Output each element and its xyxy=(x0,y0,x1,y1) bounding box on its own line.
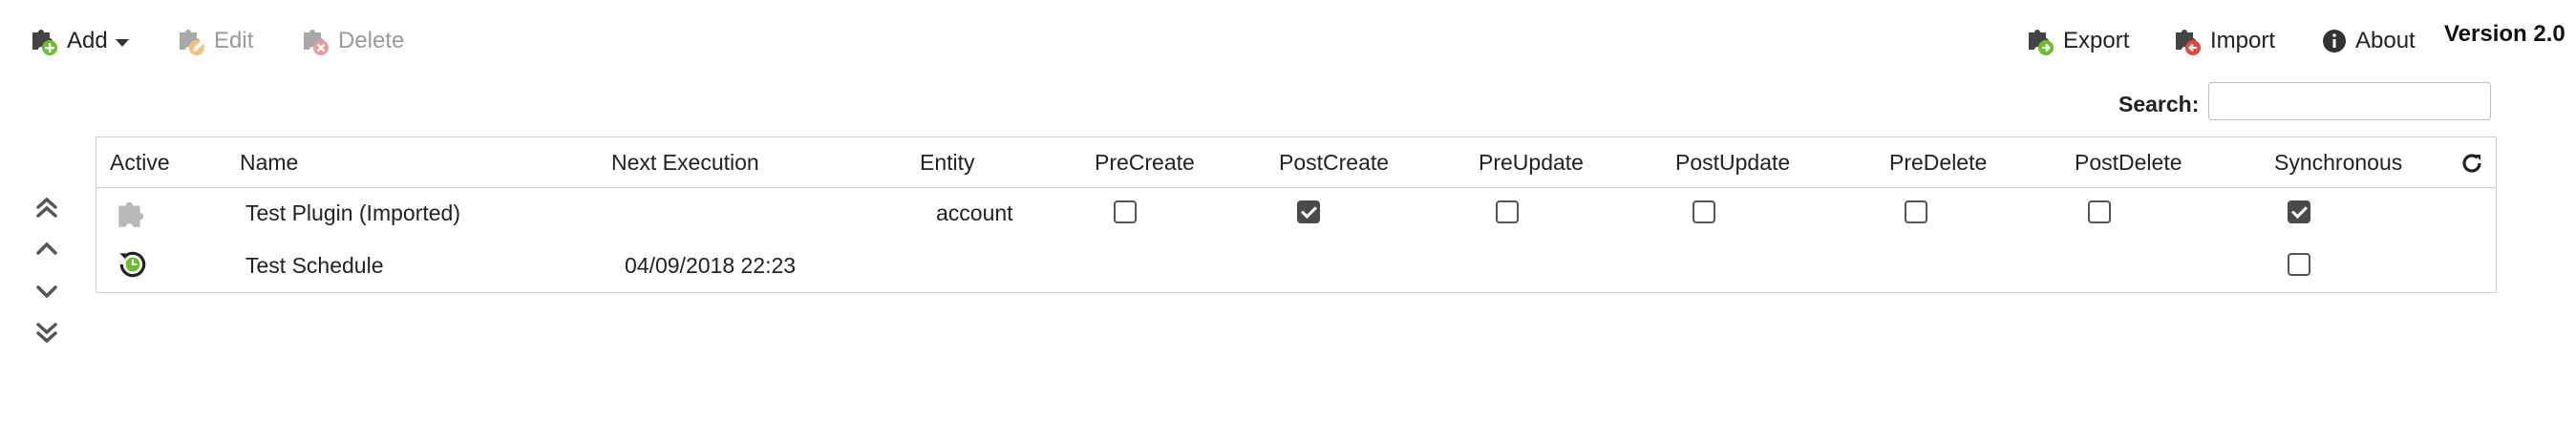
column-header-synchronous[interactable]: Synchronous xyxy=(2274,150,2402,176)
row-entity: account xyxy=(936,200,1013,225)
search-label: Search: xyxy=(2118,92,2200,116)
postupdate-checkbox[interactable] xyxy=(1692,200,1715,223)
about-button[interactable]: About xyxy=(2321,25,2416,57)
column-header-next-execution[interactable]: Next Execution xyxy=(611,150,759,176)
row-next-execution: 04/09/2018 22:23 xyxy=(625,253,797,278)
column-header-active[interactable]: Active xyxy=(110,150,170,176)
plugins-table: Active Name Next Execution Entity PreCre… xyxy=(96,137,2497,293)
plugin-manager-page: Add Edit Delete Export Import About Vers… xyxy=(0,0,2576,442)
delete-button[interactable]: Delete xyxy=(298,25,404,57)
edit-plugin-icon xyxy=(180,30,204,55)
column-header-postcreate[interactable]: PostCreate xyxy=(1279,150,1389,176)
schedule-clock-icon xyxy=(119,251,146,278)
synchronous-checkbox[interactable] xyxy=(2288,253,2310,276)
refresh-icon[interactable] xyxy=(2458,149,2486,178)
import-plugin-icon xyxy=(2176,30,2201,55)
column-header-entity[interactable]: Entity xyxy=(920,150,975,176)
delete-label: Delete xyxy=(338,28,405,53)
table-row[interactable]: Test Schedule 04/09/2018 22:23 xyxy=(96,240,2496,292)
column-header-postdelete[interactable]: PostDelete xyxy=(2075,150,2182,176)
info-icon xyxy=(2323,30,2346,53)
import-label: Import xyxy=(2210,28,2276,53)
export-button[interactable]: Export xyxy=(2023,25,2129,57)
column-header-predelete[interactable]: PreDelete xyxy=(1889,150,1987,176)
edit-label: Edit xyxy=(214,28,254,53)
table-row[interactable]: Test Plugin (Imported) account xyxy=(96,187,2496,240)
postcreate-checkbox[interactable] xyxy=(1297,200,1320,223)
export-plugin-icon xyxy=(2029,30,2054,55)
postdelete-checkbox[interactable] xyxy=(2088,200,2111,223)
row-name: Test Plugin (Imported) xyxy=(245,200,460,225)
predelete-checkbox[interactable] xyxy=(1905,200,1927,223)
import-button[interactable]: Import xyxy=(2170,25,2275,57)
precreate-checkbox[interactable] xyxy=(1114,200,1137,223)
about-label: About xyxy=(2355,28,2416,53)
add-plugin-icon xyxy=(32,30,57,55)
puzzle-piece-icon xyxy=(118,201,144,227)
edit-button[interactable]: Edit xyxy=(174,25,253,57)
search-input[interactable] xyxy=(2208,82,2491,120)
move-down-icon[interactable] xyxy=(32,277,61,305)
move-to-top-icon[interactable] xyxy=(32,194,61,222)
move-up-icon[interactable] xyxy=(32,235,61,263)
table-header: Active Name Next Execution Entity PreCre… xyxy=(96,137,2496,188)
column-header-postupdate[interactable]: PostUpdate xyxy=(1675,150,1790,176)
version-label: Version 2.0 xyxy=(2444,21,2565,47)
delete-plugin-icon xyxy=(304,30,329,55)
synchronous-checkbox[interactable] xyxy=(2288,200,2310,223)
add-button[interactable]: Add xyxy=(27,25,129,57)
move-to-bottom-icon[interactable] xyxy=(32,318,61,347)
column-header-preupdate[interactable]: PreUpdate xyxy=(1479,150,1584,176)
column-header-precreate[interactable]: PreCreate xyxy=(1095,150,1195,176)
add-label: Add xyxy=(67,28,108,53)
row-name: Test Schedule xyxy=(245,253,384,278)
preupdate-checkbox[interactable] xyxy=(1496,200,1519,223)
chevron-down-icon xyxy=(115,39,129,47)
column-header-name[interactable]: Name xyxy=(240,150,298,176)
export-label: Export xyxy=(2063,28,2130,53)
